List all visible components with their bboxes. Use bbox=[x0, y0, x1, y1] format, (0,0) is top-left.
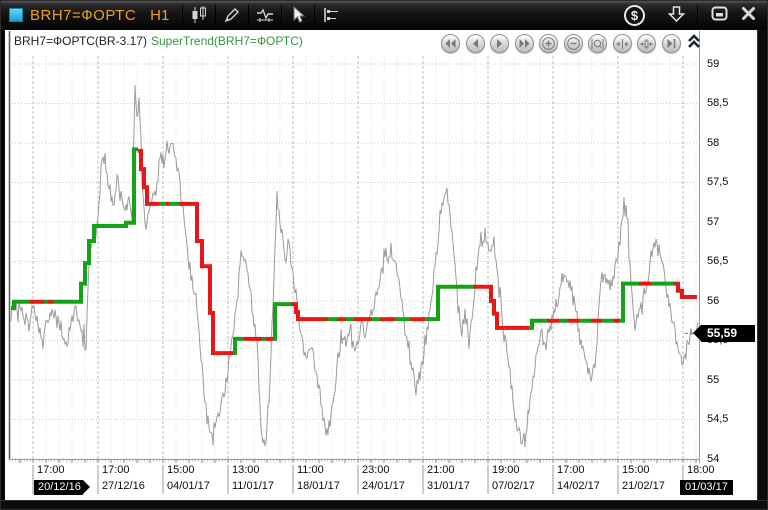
download-arrow-icon bbox=[668, 5, 685, 26]
toolbar-separator bbox=[697, 5, 698, 25]
x-axis-time-label: 15:00 bbox=[622, 464, 650, 476]
x-axis-time-label: 11:00 bbox=[297, 464, 324, 476]
close-window-icon bbox=[741, 6, 756, 24]
compress-scale-button[interactable] bbox=[613, 34, 632, 53]
fast-rewind-button[interactable] bbox=[441, 34, 460, 53]
bar-width-icon bbox=[640, 39, 653, 49]
current-price-tag: 55,59 bbox=[701, 325, 755, 342]
go-to-end-icon bbox=[667, 39, 676, 48]
toolbar-separator bbox=[281, 5, 282, 25]
x-axis-time-label: 18:00 bbox=[687, 464, 715, 476]
draw-pencil-button[interactable] bbox=[219, 3, 245, 27]
y-axis-label: 58,5 bbox=[707, 97, 728, 109]
x-axis-date-label: 11/01/17 bbox=[232, 480, 274, 492]
chart-type-candles-button[interactable] bbox=[186, 3, 212, 27]
app-icon bbox=[9, 8, 23, 22]
indicator-button[interactable] bbox=[252, 3, 278, 27]
zoom-in-button[interactable] bbox=[539, 34, 558, 53]
x-axis-date-label: 27/12/16 bbox=[102, 480, 145, 492]
step-forward-button[interactable] bbox=[490, 34, 509, 53]
chart-nav-toolbar bbox=[441, 34, 681, 53]
dollar-coin-icon: $ bbox=[631, 8, 638, 23]
window-bottom-frame bbox=[1, 500, 768, 510]
bar-width-button[interactable] bbox=[637, 34, 656, 53]
download-arrow-button[interactable] bbox=[665, 4, 687, 26]
x-axis-time-label: 19:00 bbox=[492, 464, 520, 476]
y-axis-label: 57,5 bbox=[707, 176, 728, 188]
y-axis-label: 58 bbox=[707, 137, 719, 149]
step-back-icon bbox=[472, 39, 479, 48]
x-axis-date-label: 24/01/17 bbox=[362, 480, 405, 492]
x-axis-date-label: 20/12/16 bbox=[34, 480, 83, 495]
chart-plot-area[interactable] bbox=[9, 53, 699, 459]
draw-pencil-icon bbox=[223, 6, 241, 24]
restore-window-button[interactable] bbox=[708, 4, 730, 26]
x-axis-date-label: 07/02/17 bbox=[492, 480, 535, 492]
x-axis-time-label: 15:00 bbox=[167, 464, 195, 476]
cursor-icon bbox=[290, 6, 306, 24]
cursor-button[interactable] bbox=[285, 3, 311, 27]
x-axis-time-label: 13:00 bbox=[232, 464, 260, 476]
zoom-range-button[interactable] bbox=[588, 34, 607, 53]
y-axis-label: 59 bbox=[707, 58, 719, 70]
zoom-out-icon bbox=[567, 37, 580, 50]
y-axis-label: 54,5 bbox=[707, 413, 728, 425]
close-window-button[interactable] bbox=[737, 4, 759, 26]
toolbar-separator bbox=[248, 5, 249, 25]
y-axis-label: 57 bbox=[707, 216, 719, 228]
toolbar-separator bbox=[314, 5, 315, 25]
x-axis-time-label: 23:00 bbox=[362, 464, 390, 476]
market-depth-button[interactable] bbox=[318, 3, 344, 27]
y-axis-label: 55 bbox=[707, 374, 719, 386]
x-axis-date-label: 04/01/17 bbox=[167, 480, 210, 492]
fast-forward-button[interactable] bbox=[515, 34, 534, 53]
x-axis-time-label: 21:00 bbox=[427, 464, 455, 476]
zoom-range-icon bbox=[591, 38, 604, 50]
x-axis-date-label: 31/01/17 bbox=[427, 480, 470, 492]
y-axis-label: 54 bbox=[707, 453, 719, 465]
window-right-frame bbox=[757, 30, 768, 510]
legend-indicator: SuperTrend(BRH7=ФОРТС) bbox=[151, 34, 303, 48]
indicator-icon bbox=[255, 6, 275, 24]
zoom-in-icon bbox=[542, 37, 555, 50]
x-axis-date-label: 14/02/17 bbox=[557, 480, 600, 492]
toolbar-separator bbox=[182, 5, 183, 25]
legend-instrument: BRH7=ФОРТС(BR-3.17) bbox=[14, 34, 147, 48]
compress-scale-icon bbox=[616, 39, 629, 49]
x-axis-time-label: 17:00 bbox=[557, 464, 585, 476]
chart-type-candles-icon bbox=[190, 6, 209, 24]
y-axis-label: 56 bbox=[707, 295, 719, 307]
step-back-button[interactable] bbox=[466, 34, 485, 53]
zoom-out-button[interactable] bbox=[564, 34, 583, 53]
x-axis-time-label: 17:00 bbox=[37, 464, 65, 476]
restore-window-icon bbox=[711, 6, 728, 24]
market-depth-icon bbox=[321, 6, 341, 24]
collapse-panel-button[interactable] bbox=[687, 34, 701, 49]
chevron-double-up-icon bbox=[687, 34, 701, 49]
window-title: BRH7=ФОРТС bbox=[30, 7, 136, 24]
x-axis-date-label: 21/02/17 bbox=[622, 480, 665, 492]
timeframe-label: H1 bbox=[150, 7, 169, 24]
fast-forward-icon bbox=[519, 39, 530, 48]
toolbar-separator bbox=[215, 5, 216, 25]
title-bar: BRH7=ФОРТС H1 $ bbox=[1, 1, 768, 29]
x-axis-date-label: 18/01/17 bbox=[297, 480, 340, 492]
trading-chart-window: BRH7=ФОРТС H1 $ BRH7=ФОРТС(BR-3.17) Supe… bbox=[0, 0, 768, 510]
y-axis-label: 56,5 bbox=[707, 255, 728, 267]
x-axis-date-label: 01/03/17 bbox=[680, 480, 733, 495]
dollar-coin-button[interactable]: $ bbox=[624, 5, 645, 26]
fast-rewind-icon bbox=[445, 39, 456, 48]
x-axis-time-label: 17:00 bbox=[102, 464, 130, 476]
step-forward-icon bbox=[496, 39, 503, 48]
go-to-end-button[interactable] bbox=[662, 34, 681, 53]
